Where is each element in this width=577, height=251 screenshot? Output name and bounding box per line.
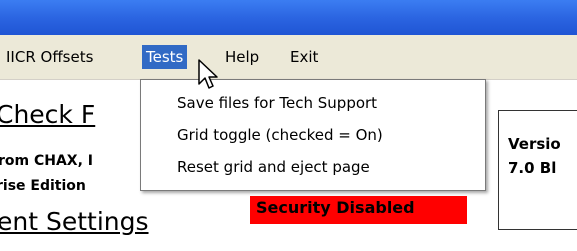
mouse-cursor-icon — [198, 59, 218, 89]
version-value: 7.0 Bl — [508, 159, 557, 177]
menu-item-save-files[interactable]: Save files for Tech Support — [177, 91, 377, 115]
menu-help[interactable]: Help — [221, 45, 263, 69]
menu-item-grid-toggle[interactable]: Grid toggle (checked = On) — [177, 123, 383, 147]
menu-iicr-offsets[interactable]: IICR Offsets — [2, 45, 97, 69]
page-heading-check: Check F — [0, 100, 96, 129]
settings-heading: ent Settings — [0, 207, 149, 236]
version-label: Versio — [508, 135, 561, 153]
from-text: rom CHAX, I — [0, 153, 94, 169]
security-status-label: Security Disabled — [256, 198, 415, 217]
menu-tests[interactable]: Tests — [142, 45, 188, 69]
edition-text: rise Edition — [0, 178, 86, 194]
window-titlebar — [0, 0, 577, 35]
tests-dropdown-menu: Save files for Tech Support Grid toggle … — [140, 79, 486, 191]
menu-exit[interactable]: Exit — [286, 45, 322, 69]
menu-bar: IICR Offsets Tests Help Exit — [0, 35, 577, 80]
menu-item-reset-grid[interactable]: Reset grid and eject page — [177, 155, 370, 179]
